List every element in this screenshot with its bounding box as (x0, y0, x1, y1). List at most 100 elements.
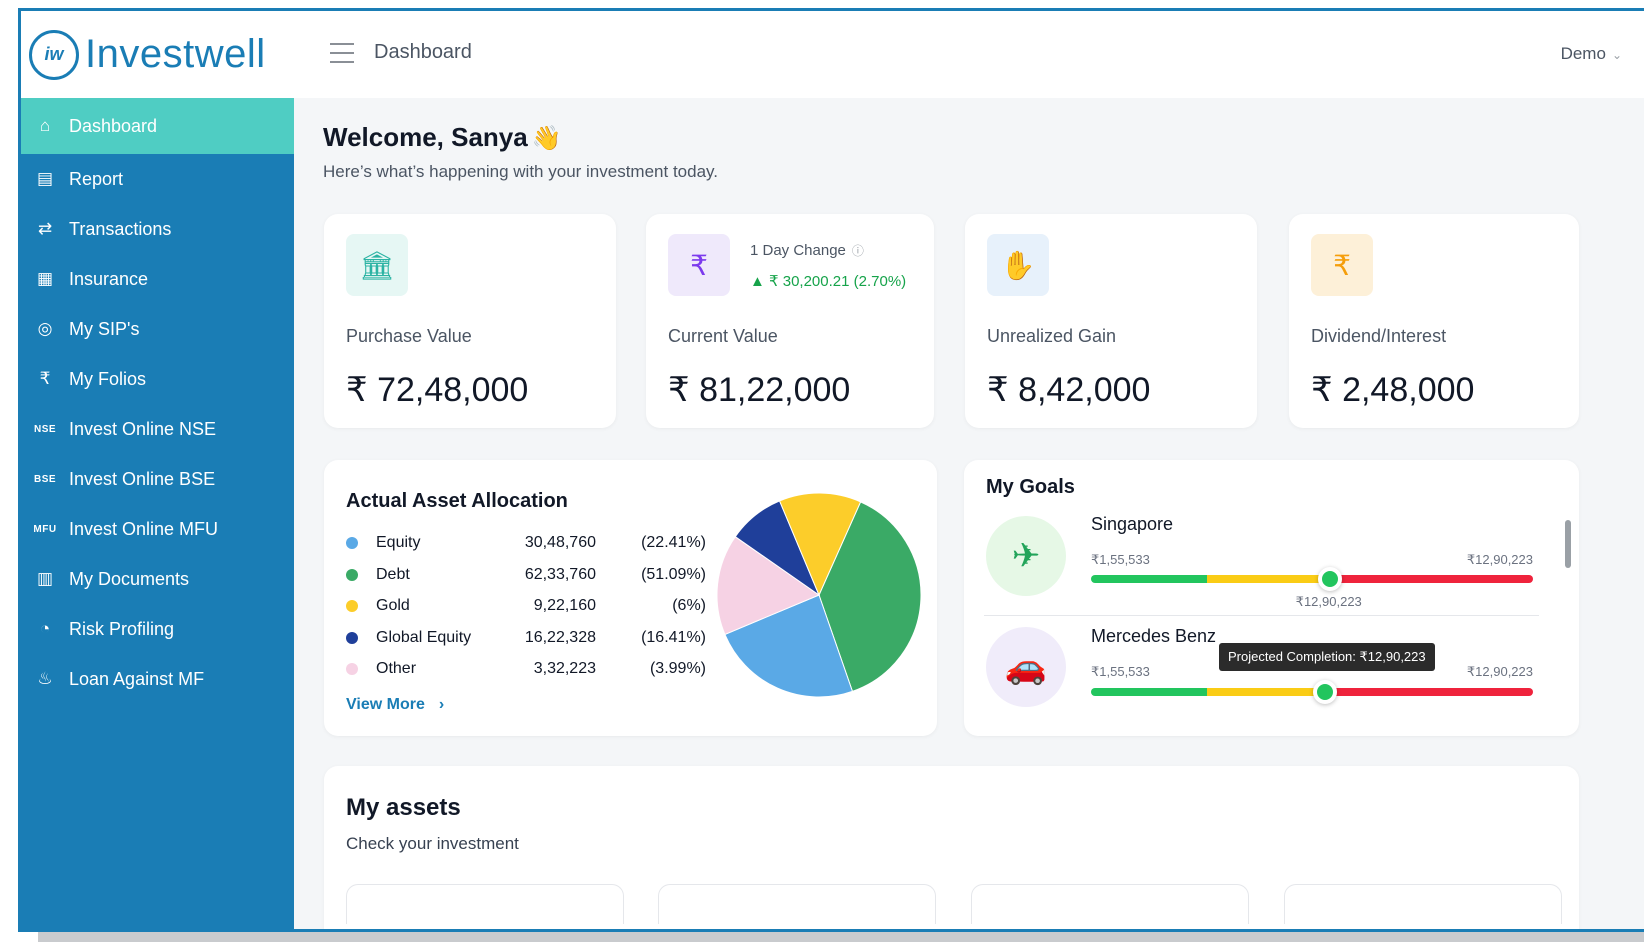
goal-progress-handle[interactable] (1313, 680, 1338, 704)
sidebar-item-label: My Folios (69, 368, 147, 389)
stat-card-dividend[interactable]: ₹ Dividend/Interest ₹ 2,48,000 (1289, 214, 1579, 428)
loan-hand-icon: ♨ (37, 669, 53, 688)
goals-scrollbar[interactable] (1565, 520, 1571, 568)
sip-target-icon: ◎ (37, 319, 53, 338)
day-change-value: ▲ ₹ 30,200.21 (2.70%) (750, 273, 907, 290)
goal-progress-handle[interactable] (1317, 567, 1342, 591)
user-name: Demo (1560, 44, 1606, 63)
allocation-percent: (3.99%) (649, 660, 706, 677)
assets-subtitle: Check your investment (346, 834, 519, 853)
goal-divider (984, 615, 1539, 616)
allocation-amount: 30,48,760 (524, 534, 596, 551)
sidebar-item-invest-online-mfu[interactable]: MFU Invest Online MFU (21, 504, 294, 554)
nse-icon: NSE (33, 423, 57, 435)
allocation-name: Global Equity (376, 628, 472, 646)
sidebar-item-my-documents[interactable]: ▥ My Documents (21, 554, 294, 604)
sidebar-item-my-sip-s[interactable]: ◎ My SIP's (21, 304, 294, 354)
rupee-coins-icon: ₹ (668, 234, 730, 296)
app-window: iw Investwell ⌂ Dashboard ▤ Report ⇄ Transact… (18, 8, 1644, 932)
page-title: Dashboard (374, 41, 472, 63)
chevron-down-icon: ⌄ (1611, 48, 1622, 62)
day-change-label: 1 Day Change ⓘ (750, 242, 864, 259)
logo-mark-icon: iw (29, 29, 79, 80)
goal-progress-bar (1091, 688, 1533, 696)
allocation-name: Debt (376, 565, 410, 583)
welcome-title: Welcome, Sanya (323, 122, 528, 152)
legend-dot (346, 631, 358, 644)
mfu-icon: MFU (33, 523, 57, 535)
allocation-row: Global Equity 16,22,328 (16.41%) (346, 627, 706, 649)
projected-completion-tooltip: Projected Completion: ₹12,90,223 (1219, 643, 1435, 671)
asset-tile[interactable] (1284, 884, 1562, 924)
goal-max: ₹12,90,223 (1466, 664, 1533, 679)
legend-dot (346, 663, 358, 675)
sidebar: iw Investwell ⌂ Dashboard ▤ Report ⇄ Transact… (21, 11, 294, 929)
logo[interactable]: iw Investwell (21, 11, 294, 98)
sidebar-item-label: Invest Online NSE (69, 418, 217, 439)
bse-icon: BSE (33, 473, 57, 485)
day-change-text: 1 Day Change (750, 242, 846, 259)
chevron-right-icon: › (438, 696, 445, 713)
info-icon[interactable]: ⓘ (852, 244, 864, 258)
legend-dot (346, 600, 358, 612)
goal-min: ₹1,55,533 (1091, 552, 1150, 567)
my-goals-card: My Goals ✈ Singapore ₹1,55,533 ₹12,90,22… (964, 460, 1579, 736)
stat-value: ₹ 72,48,000 (346, 371, 529, 409)
asset-tile[interactable] (346, 884, 624, 924)
insurance-doc-icon: ▦ (36, 269, 54, 288)
stat-value: ₹ 8,42,000 (987, 371, 1151, 409)
allocation-name: Equity (376, 534, 421, 551)
money-bag-icon: ₹ (1311, 234, 1373, 296)
allocation-row: Equity 30,48,760 (22.41%) (346, 532, 706, 554)
allocation-name: Other (376, 660, 417, 677)
sidebar-item-label: Dashboard (69, 115, 158, 136)
sidebar-item-label: Report (69, 168, 124, 189)
allocation-percent: (16.41%) (641, 628, 706, 646)
goals-title: My Goals (986, 476, 1075, 498)
sidebar-nav: ⌂ Dashboard ▤ Report ⇄ Transactions ▦ Insurance… (21, 98, 294, 704)
allocation-name: Gold (376, 597, 410, 614)
stat-card-current[interactable]: ₹ 1 Day Change ⓘ ▲ ₹ 30,200.21 (2.70%) Cu… (646, 214, 934, 428)
stat-label: Current Value (668, 326, 778, 346)
sidebar-item-invest-online-bse[interactable]: BSE Invest Online BSE (21, 454, 294, 504)
airplane-icon: ✈ (986, 516, 1066, 596)
sidebar-item-loan-against-mf[interactable]: ♨ Loan Against MF (21, 654, 294, 704)
sidebar-item-report[interactable]: ▤ Report (21, 154, 294, 204)
top-header: Dashboard Demo ⌄ (294, 11, 1644, 98)
stat-card-unrealized[interactable]: ✋ Unrealized Gain ₹ 8,42,000 (965, 214, 1257, 428)
user-menu[interactable]: Demo ⌄ (1561, 44, 1622, 64)
sidebar-item-dashboard[interactable]: ⌂ Dashboard (21, 98, 294, 154)
sidebar-item-transactions[interactable]: ⇄ Transactions (21, 204, 294, 254)
sidebar-item-label: My Documents (69, 568, 190, 589)
menu-toggle-icon[interactable] (330, 43, 354, 63)
view-more-link[interactable]: View More › (346, 696, 444, 714)
wave-icon: 👋 (531, 125, 562, 152)
goal-min: ₹1,55,533 (1091, 664, 1150, 679)
stat-value: ₹ 81,22,000 (668, 371, 851, 409)
sidebar-item-risk-profiling[interactable]: ◔ Risk Profiling (21, 604, 294, 654)
stat-card-purchase[interactable]: 🏛 Purchase Value ₹ 72,48,000 (324, 214, 616, 428)
report-icon: ▤ (36, 169, 54, 188)
welcome-heading: Welcome, Sanya 👋 (323, 122, 562, 153)
allocation-pie-chart (716, 492, 922, 698)
gauge-icon: ◔ (39, 619, 51, 638)
my-assets-card: My assets Check your investment (324, 766, 1579, 929)
allocation-row: Gold 9,22,160 (6%) (346, 595, 706, 617)
document-icon: ▥ (36, 569, 54, 588)
asset-tile[interactable] (971, 884, 1249, 924)
stat-value: ₹ 2,48,000 (1311, 371, 1475, 409)
sidebar-item-my-folios[interactable]: ₹ My Folios (21, 354, 294, 404)
sidebar-item-label: Transactions (69, 218, 172, 239)
goal-max: ₹12,90,223 (1466, 552, 1533, 567)
asset-tile[interactable] (658, 884, 936, 924)
allocation-row: Other 3,32,223 (3.99%) (346, 658, 706, 680)
goal-projected-value: ₹12,90,223 (1295, 594, 1362, 609)
allocation-amount: 9,22,160 (533, 597, 596, 614)
car-icon: 🚗 (986, 627, 1066, 707)
sidebar-item-invest-online-nse[interactable]: NSE Invest Online NSE (21, 404, 294, 454)
legend-dot (346, 537, 358, 549)
sidebar-item-insurance[interactable]: ▦ Insurance (21, 254, 294, 304)
allocation-title: Actual Asset Allocation (346, 490, 568, 512)
goal-name: Mercedes Benz (1091, 626, 1217, 646)
sidebar-item-label: Invest Online BSE (69, 468, 216, 489)
